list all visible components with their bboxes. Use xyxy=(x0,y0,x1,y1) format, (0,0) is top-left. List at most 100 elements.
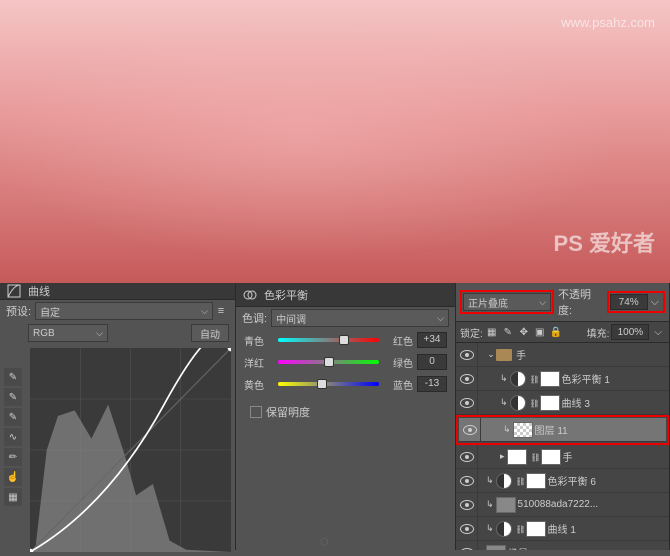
disclosure-arrow-icon[interactable]: ⌄ xyxy=(486,349,496,360)
eye-icon xyxy=(460,398,474,408)
link-icon: ⛓ xyxy=(516,525,524,533)
layer-name[interactable]: 手 xyxy=(563,449,665,464)
edit-points-icon[interactable]: ∿ xyxy=(4,428,22,446)
fill-label: 填充: xyxy=(587,325,610,340)
lock-all-icon[interactable]: 🔒 xyxy=(549,325,563,339)
layer-row[interactable]: ↳ 510088ada7222... xyxy=(456,493,669,517)
draw-curve-icon[interactable]: ✏ xyxy=(4,448,22,466)
mask-thumbnail[interactable] xyxy=(526,521,546,537)
slider-left-label: 洋红 xyxy=(244,355,274,370)
curves-graph[interactable] xyxy=(30,348,231,552)
channel-dropdown[interactable]: RGB xyxy=(28,324,108,342)
slider-value[interactable]: +34 xyxy=(417,332,447,348)
eye-icon xyxy=(460,350,474,360)
layer-row[interactable]: ⌄ 手 xyxy=(456,343,669,367)
layer-name[interactable]: 色彩平衡 6 xyxy=(548,473,665,488)
chevron-down-icon[interactable]: ⌵ xyxy=(651,327,665,338)
layer-thumbnail[interactable] xyxy=(513,422,533,438)
visibility-toggle[interactable] xyxy=(459,418,481,442)
slider-value[interactable]: 0 xyxy=(417,354,447,370)
link-icon: ⛓ xyxy=(530,375,538,383)
visibility-toggle[interactable] xyxy=(456,469,478,493)
adjustment-icon xyxy=(496,521,512,537)
layer-row[interactable]: ▸⛓ 手 xyxy=(456,445,669,469)
layer-name[interactable]: 曲线 3 xyxy=(562,395,665,410)
link-icon: ⛓ xyxy=(516,477,524,485)
fill-input[interactable] xyxy=(611,324,649,340)
preserve-luminosity-checkbox[interactable] xyxy=(250,406,262,418)
visibility-toggle[interactable] xyxy=(456,343,478,367)
preset-dropdown[interactable]: 自定 xyxy=(35,302,213,320)
slider-value[interactable]: -13 xyxy=(417,376,447,392)
layers-panel: 正片叠底 不透明度: ⌵ 锁定: ▦ ✎ ✥ ▣ 🔒 填充: ⌵ ⌄ 手 xyxy=(456,283,670,550)
tone-dropdown[interactable]: 中间调 xyxy=(271,309,449,327)
layer-thumbnail[interactable] xyxy=(486,545,506,551)
watermark-brand: PS 爱好者 xyxy=(554,226,655,258)
visibility-toggle[interactable] xyxy=(456,493,478,517)
mask-thumbnail[interactable] xyxy=(541,449,561,465)
lock-artboard-icon[interactable]: ▣ xyxy=(533,325,547,339)
layer-name[interactable]: 场景 xyxy=(508,545,665,550)
layer-name[interactable]: 曲线 1 xyxy=(548,521,665,536)
link-icon: ⛓ xyxy=(530,399,538,407)
layer-thumbnail[interactable] xyxy=(507,449,527,465)
layer-name[interactable]: 510088ada7222... xyxy=(518,499,665,510)
visibility-toggle[interactable] xyxy=(456,445,478,469)
chevron-down-icon[interactable]: ⌵ xyxy=(648,296,662,309)
mask-thumbnail[interactable] xyxy=(526,473,546,489)
curves-title: 曲线 xyxy=(28,283,50,299)
visibility-toggle[interactable] xyxy=(456,367,478,391)
slider-right-label: 红色 xyxy=(383,333,413,348)
layer-row[interactable]: ↳ 图层 11 xyxy=(459,418,666,442)
preserve-luminosity-label: 保留明度 xyxy=(266,404,310,420)
layer-row[interactable]: 场景 xyxy=(456,541,669,550)
curves-tools: ✎ ✎ ✎ ∿ ✏ ☝ ▦ xyxy=(4,348,26,552)
layer-name[interactable]: 图层 11 xyxy=(535,422,662,437)
watermark-url: www.psahz.com xyxy=(561,15,655,30)
lock-image-icon[interactable]: ✎ xyxy=(501,325,515,339)
visibility-toggle[interactable] xyxy=(456,517,478,541)
opacity-input[interactable] xyxy=(610,294,648,310)
curves-icon xyxy=(6,283,22,299)
eyedropper-white-icon[interactable]: ✎ xyxy=(4,408,22,426)
eye-icon xyxy=(460,500,474,510)
eyedropper-black-icon[interactable]: ✎ xyxy=(4,368,22,386)
slider-right-label: 蓝色 xyxy=(383,377,413,392)
color-slider[interactable] xyxy=(278,335,379,345)
preset-label: 预设: xyxy=(6,303,31,319)
blend-mode-dropdown[interactable]: 正片叠底 xyxy=(463,293,551,311)
auto-button[interactable]: 自动 xyxy=(191,324,229,342)
eye-icon xyxy=(460,524,474,534)
eyedropper-gray-icon[interactable]: ✎ xyxy=(4,388,22,406)
layer-row[interactable]: ↳⛓ 曲线 1 xyxy=(456,517,669,541)
color-slider[interactable] xyxy=(278,379,379,389)
footer-logo: ⬡ xyxy=(320,537,329,548)
lock-position-icon[interactable]: ✥ xyxy=(517,325,531,339)
color-balance-panel: 色彩平衡 色调: 中间调 青色 红色 +34 洋红 绿色 0 黄色 蓝色 -13 xyxy=(236,283,456,550)
visibility-toggle[interactable] xyxy=(456,541,478,551)
layer-row[interactable]: ↳⛓ 色彩平衡 1 xyxy=(456,367,669,391)
curves-panel: 曲线 预设: 自定 ≡ RGB 自动 ✎ ✎ ✎ ∿ ✏ ☝ ▦ xyxy=(0,283,236,550)
hand-icon[interactable]: ☝ xyxy=(4,468,22,486)
eye-icon xyxy=(460,476,474,486)
lock-transparency-icon[interactable]: ▦ xyxy=(485,325,499,339)
lock-label: 锁定: xyxy=(460,325,483,340)
eye-icon xyxy=(463,425,477,435)
layers-list[interactable]: ⌄ 手 ↳⛓ 色彩平衡 1 ↳⛓ 曲线 3 ↳ 图层 11 ▸⛓ 手 ↳⛓ 色彩… xyxy=(456,343,669,550)
clip-icon[interactable]: ▦ xyxy=(4,488,22,506)
visibility-toggle[interactable] xyxy=(456,391,478,415)
layer-row[interactable]: ↳⛓ 色彩平衡 6 xyxy=(456,469,669,493)
layer-row[interactable]: ↳⛓ 曲线 3 xyxy=(456,391,669,415)
adjustment-icon xyxy=(510,371,526,387)
preset-menu-icon[interactable]: ≡ xyxy=(213,305,229,317)
mask-thumbnail[interactable] xyxy=(540,371,560,387)
folder-icon xyxy=(496,349,512,361)
adjustment-icon xyxy=(510,395,526,411)
slider-right-label: 绿色 xyxy=(383,355,413,370)
mask-thumbnail[interactable] xyxy=(540,395,560,411)
layer-name[interactable]: 手 xyxy=(516,347,665,362)
color-balance-title: 色彩平衡 xyxy=(264,287,308,303)
layer-thumbnail[interactable] xyxy=(496,497,516,513)
color-slider[interactable] xyxy=(278,357,379,367)
layer-name[interactable]: 色彩平衡 1 xyxy=(562,371,665,386)
